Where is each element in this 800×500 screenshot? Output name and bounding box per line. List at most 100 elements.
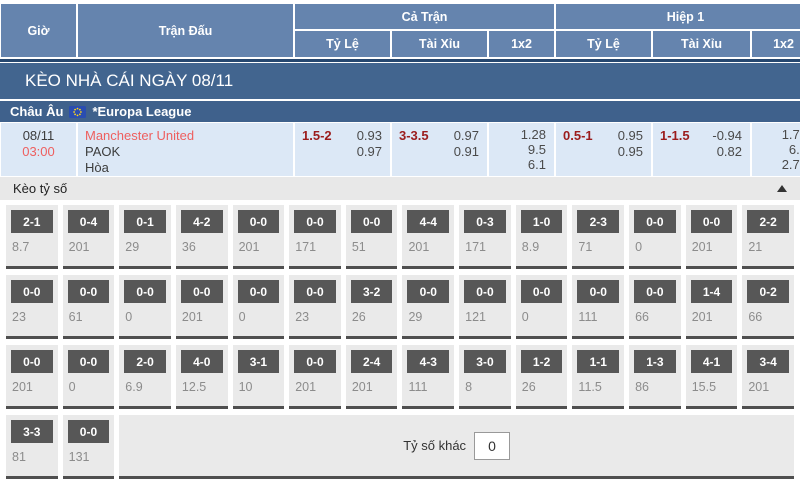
score-odds[interactable]: 0 (522, 310, 564, 324)
score-odds[interactable]: 201 (69, 240, 111, 254)
full-over-odd[interactable]: 0.97 (454, 128, 479, 144)
home-team-name[interactable]: Manchester United (85, 128, 293, 144)
score-odds[interactable]: 171 (295, 240, 337, 254)
score-odds[interactable]: 66 (748, 310, 790, 324)
half-1x2-draw[interactable]: 2.71 (782, 157, 800, 172)
score-odds[interactable]: 10 (239, 380, 281, 394)
score-odds[interactable]: 0 (125, 310, 167, 324)
score-chip[interactable]: 2-2 (747, 210, 789, 233)
half-handicap-odd-away[interactable]: 0.95 (618, 144, 643, 160)
score-chip[interactable]: 0-0 (181, 280, 223, 303)
score-chip[interactable]: 0-0 (464, 280, 506, 303)
full-handicap-odd-away[interactable]: 0.97 (357, 144, 382, 160)
score-chip[interactable]: 1-0 (521, 210, 563, 233)
score-odds[interactable]: 171 (465, 240, 507, 254)
league-bar[interactable]: Châu Âu *Europa League (0, 101, 800, 122)
score-odds[interactable]: 11.5 (578, 380, 620, 394)
score-chip[interactable]: 0-0 (351, 210, 393, 233)
score-odds[interactable]: 201 (12, 380, 54, 394)
score-chip[interactable]: 3-2 (351, 280, 393, 303)
score-chip[interactable]: 0-0 (124, 280, 166, 303)
score-chip[interactable]: 0-0 (691, 210, 733, 233)
score-odds[interactable]: 86 (635, 380, 677, 394)
score-chip[interactable]: 0-0 (11, 280, 53, 303)
score-chip[interactable]: 0-0 (634, 280, 676, 303)
away-team-name[interactable]: PAOK (85, 144, 293, 160)
score-odds[interactable]: 66 (635, 310, 677, 324)
score-odds[interactable]: 71 (578, 240, 620, 254)
score-chip[interactable]: 0-0 (407, 280, 449, 303)
score-odds[interactable]: 201 (182, 310, 224, 324)
full-1x2-home[interactable]: 1.28 (521, 127, 546, 142)
score-chip[interactable]: 0-0 (11, 350, 53, 373)
score-chip[interactable]: 0-4 (68, 210, 110, 233)
score-odds[interactable]: 21 (748, 240, 790, 254)
full-handicap-odd-home[interactable]: 0.93 (357, 128, 382, 144)
full-under-odd[interactable]: 0.91 (454, 144, 479, 160)
full-1x2-away[interactable]: 9.5 (528, 142, 546, 157)
score-chip[interactable]: 0-0 (238, 280, 280, 303)
score-chip[interactable]: 0-0 (294, 280, 336, 303)
score-odds[interactable]: 121 (465, 310, 507, 324)
score-chip[interactable]: 3-1 (238, 350, 280, 373)
match-teams-cell[interactable]: Manchester United PAOK Hòa (78, 123, 293, 176)
score-odds[interactable]: 201 (692, 240, 734, 254)
score-odds[interactable]: 26 (522, 380, 564, 394)
half-over-odd[interactable]: -0.94 (712, 128, 742, 144)
score-odds[interactable]: 111 (408, 380, 450, 394)
score-chip[interactable]: 2-4 (351, 350, 393, 373)
half-1x2-away[interactable]: 6.8 (789, 142, 800, 157)
score-chip[interactable]: 0-0 (68, 420, 110, 443)
score-chip[interactable]: 0-0 (634, 210, 676, 233)
score-chip[interactable]: 1-1 (577, 350, 619, 373)
score-odds[interactable]: 15.5 (692, 380, 734, 394)
score-chip[interactable]: 4-4 (407, 210, 449, 233)
score-chip[interactable]: 3-0 (464, 350, 506, 373)
score-odds[interactable]: 23 (12, 310, 54, 324)
score-chip[interactable]: 3-3 (11, 420, 53, 443)
score-odds[interactable]: 6.9 (125, 380, 167, 394)
score-chip[interactable]: 0-0 (68, 280, 110, 303)
score-chip[interactable]: 2-3 (577, 210, 619, 233)
score-odds[interactable]: 29 (125, 240, 167, 254)
score-odds[interactable]: 29 (408, 310, 450, 324)
score-section-header[interactable]: Kèo tỷ số (0, 177, 800, 200)
score-chip[interactable]: 4-1 (691, 350, 733, 373)
score-chip[interactable]: 0-0 (577, 280, 619, 303)
other-score-input[interactable] (474, 432, 510, 460)
score-odds[interactable]: 23 (295, 310, 337, 324)
score-chip[interactable]: 4-3 (407, 350, 449, 373)
score-odds[interactable]: 61 (69, 310, 111, 324)
score-odds[interactable]: 201 (748, 380, 790, 394)
score-chip[interactable]: 0-3 (464, 210, 506, 233)
triangle-up-icon[interactable] (777, 185, 787, 192)
score-odds[interactable]: 8.9 (522, 240, 564, 254)
score-odds[interactable]: 8.7 (12, 240, 54, 254)
score-odds[interactable]: 201 (692, 310, 734, 324)
score-odds[interactable]: 51 (352, 240, 394, 254)
score-odds[interactable]: 0 (239, 310, 281, 324)
score-odds[interactable]: 12.5 (182, 380, 224, 394)
half-handicap-odd-home[interactable]: 0.95 (618, 128, 643, 144)
score-odds[interactable]: 0 (635, 240, 677, 254)
full-1x2-draw[interactable]: 6.1 (528, 157, 546, 172)
score-chip[interactable]: 0-0 (294, 210, 336, 233)
score-odds[interactable]: 201 (408, 240, 450, 254)
score-chip[interactable]: 2-1 (11, 210, 53, 233)
score-odds[interactable]: 111 (578, 310, 620, 324)
score-odds[interactable]: 0 (69, 380, 111, 394)
score-odds[interactable]: 26 (352, 310, 394, 324)
score-odds[interactable]: 8 (465, 380, 507, 394)
score-chip[interactable]: 2-0 (124, 350, 166, 373)
score-odds[interactable]: 131 (69, 450, 111, 464)
score-chip[interactable]: 0-0 (238, 210, 280, 233)
score-chip[interactable]: 1-4 (691, 280, 733, 303)
score-chip[interactable]: 1-2 (521, 350, 563, 373)
score-chip[interactable]: 0-2 (747, 280, 789, 303)
score-odds[interactable]: 201 (239, 240, 281, 254)
score-chip[interactable]: 4-0 (181, 350, 223, 373)
score-odds[interactable]: 201 (352, 380, 394, 394)
half-1x2-home[interactable]: 1.71 (782, 127, 800, 142)
score-chip[interactable]: 3-4 (747, 350, 789, 373)
score-chip[interactable]: 4-2 (181, 210, 223, 233)
